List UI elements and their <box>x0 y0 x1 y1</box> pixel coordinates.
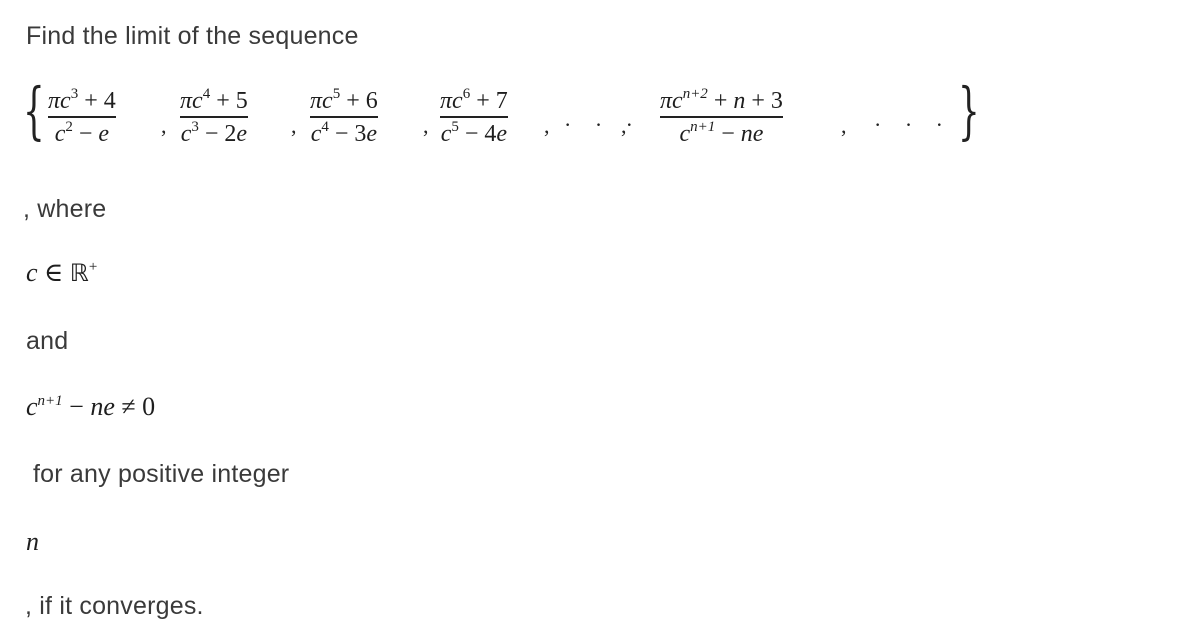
exponent: n+1 <box>37 393 63 409</box>
var-ne: ne <box>740 120 764 147</box>
fraction-bar <box>440 116 508 118</box>
n-symbol: n <box>26 527 39 556</box>
denominator-rest: − 2 <box>198 120 237 147</box>
denominator-rest: − 4 <box>458 120 497 147</box>
ellipsis: · · · <box>564 112 642 137</box>
sequence-term-4: πc6 + 7 c5 − 4e <box>440 87 508 147</box>
fraction-bar <box>180 116 248 118</box>
separator-comma: , <box>841 113 847 138</box>
denominator-rest: − <box>72 120 99 147</box>
closing-text: , if it converges. <box>25 592 204 620</box>
fraction-bar <box>660 116 783 118</box>
sequence-term-1: πc3 + 4 c2 − e <box>48 87 116 147</box>
numerator-rest: + 4 <box>78 88 116 114</box>
minus-sign: − <box>715 120 741 147</box>
var-e: e <box>496 120 508 147</box>
var-ne: ne <box>90 392 115 421</box>
exponent: n+1 <box>690 118 716 135</box>
separator-comma: , <box>544 113 550 138</box>
separator-comma: , <box>423 113 429 138</box>
numerator-rest: + 7 <box>470 88 508 114</box>
not-equal-zero: ≠ 0 <box>114 392 156 421</box>
var-c: c <box>440 120 452 147</box>
var-n: n <box>733 88 746 114</box>
pi-symbol: π <box>48 88 61 114</box>
condition-c-in-reals: c ∈ ℝ+ <box>26 258 97 288</box>
ellipsis: · · · <box>874 112 952 137</box>
var-c: c <box>452 88 463 114</box>
exponent: 2 <box>65 118 73 135</box>
open-brace: { <box>23 74 45 147</box>
positive-superscript: + <box>88 259 98 275</box>
var-c: c <box>180 120 192 147</box>
numerator-rest: + 3 <box>745 88 783 114</box>
var-c: c <box>26 258 38 287</box>
var-c: c <box>672 88 683 114</box>
var-c: c <box>54 120 66 147</box>
var-c: c <box>322 88 333 114</box>
var-c: c <box>310 120 322 147</box>
element-of-symbol: ∈ <box>37 258 70 287</box>
close-brace: } <box>958 74 980 147</box>
var-c: c <box>60 88 71 114</box>
intro-text: Find the limit of the sequence <box>26 22 359 50</box>
var-c: c <box>679 120 691 147</box>
and-text: and <box>26 327 69 355</box>
var-e: e <box>98 120 110 147</box>
denominator-rest: − 3 <box>328 120 367 147</box>
where-text: , where <box>23 195 107 223</box>
var-c: c <box>26 392 38 421</box>
exponent: 3 <box>191 118 199 135</box>
exponent: 5 <box>451 118 459 135</box>
exponent: 4 <box>321 118 329 135</box>
condition-nonzero-denominator: cn+1 − ne ≠ 0 <box>26 392 155 422</box>
plus-sign: + <box>707 88 734 114</box>
pi-symbol: π <box>440 88 453 114</box>
pi-symbol: π <box>310 88 323 114</box>
pi-symbol: π <box>180 88 193 114</box>
exponent: n+2 <box>682 86 708 102</box>
separator-comma: , <box>291 113 297 138</box>
pi-symbol: π <box>660 88 673 114</box>
var-e: e <box>236 120 248 147</box>
fraction-bar <box>310 116 378 118</box>
for-text: for any positive integer <box>33 460 290 488</box>
var-e: e <box>366 120 378 147</box>
numerator-rest: + 6 <box>340 88 378 114</box>
real-numbers-symbol: ℝ <box>69 259 89 287</box>
separator-comma: , <box>161 113 167 138</box>
fraction-bar <box>48 116 116 118</box>
numerator-rest: + 5 <box>210 88 248 114</box>
sequence-general-term: πcn+2 + n + 3 cn+1 − ne <box>660 86 783 147</box>
minus-sign: − <box>62 392 91 421</box>
sequence-term-2: πc4 + 5 c3 − 2e <box>180 87 248 147</box>
sequence-term-3: πc5 + 6 c4 − 3e <box>310 87 378 147</box>
separator-comma: , <box>621 113 627 138</box>
var-c: c <box>192 88 203 114</box>
